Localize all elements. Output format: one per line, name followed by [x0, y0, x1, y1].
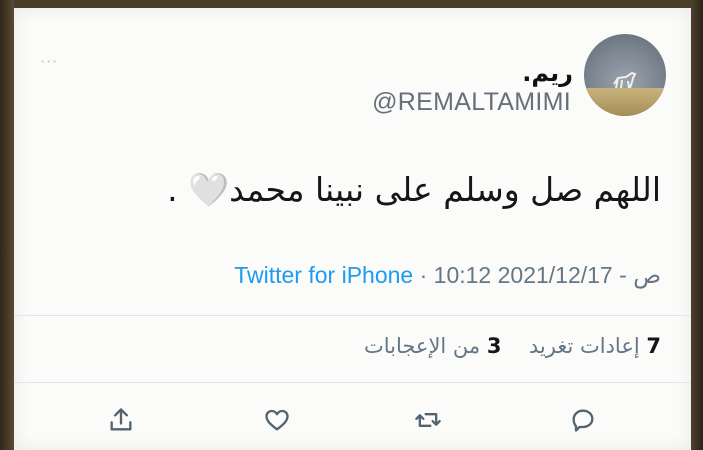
photo-frame-top — [0, 0, 703, 8]
action-bar — [14, 403, 691, 439]
avatar[interactable] — [584, 34, 666, 116]
likes-stat[interactable]: 3 من الإعجابات — [364, 334, 502, 358]
retweets-stat[interactable]: 7 إعادات تغريد — [529, 334, 661, 358]
display-name[interactable]: ريم. — [522, 59, 573, 87]
meta-separator: · — [419, 262, 428, 288]
retweets-label: إعادات تغريد — [528, 334, 640, 358]
meta-dash: - — [619, 262, 627, 288]
divider-bottom — [14, 382, 691, 383]
photo-frame-left — [0, 0, 14, 450]
user-handle[interactable]: @REMALTAMIMI — [372, 88, 571, 117]
likes-label: من الإعجابات — [363, 334, 481, 358]
avatar-ground — [584, 88, 666, 116]
retweet-icon[interactable] — [411, 403, 445, 437]
tweet-text: اللهم صل وسلم على نبينا محمد🤍 . — [167, 170, 661, 209]
tweet-card: ··· ريم. @REMALTAMIMI اللهم صل وسلم على … — [14, 8, 691, 450]
tweet-stats: 7 إعادات تغريد 3 من الإعجابات — [364, 334, 661, 358]
retweets-count: 7 — [646, 334, 661, 358]
tweet-date[interactable]: 2021/12/17 — [498, 262, 613, 288]
photo-frame-right — [691, 0, 703, 450]
reply-icon[interactable] — [566, 403, 600, 437]
more-dots-icon[interactable]: ··· — [40, 52, 58, 71]
divider-top — [14, 315, 691, 316]
tweet-source-link[interactable]: Twitter for iPhone — [234, 262, 413, 288]
like-icon[interactable] — [260, 403, 294, 437]
share-icon[interactable] — [104, 403, 138, 437]
tweet-meta: Twitter for iPhone · 10:12 ص - 2021/12/1… — [234, 262, 661, 289]
likes-count: 3 — [486, 334, 502, 358]
horse-icon — [613, 71, 637, 89]
